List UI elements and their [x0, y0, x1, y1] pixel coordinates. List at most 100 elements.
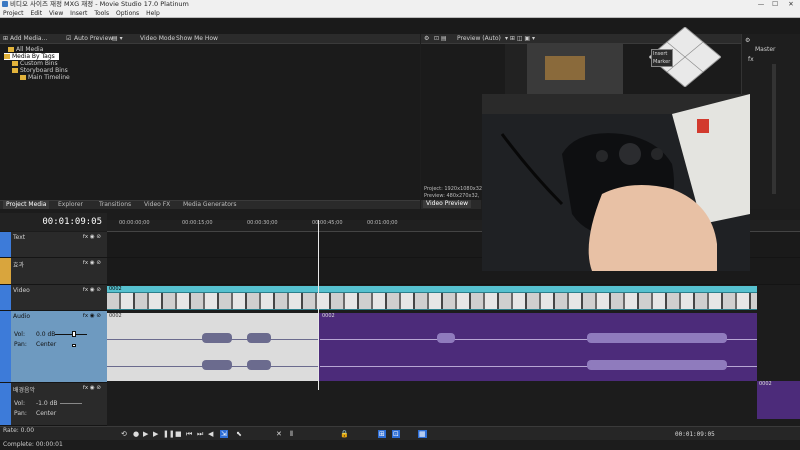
prev-frame-icon[interactable]: ◀ — [208, 430, 213, 438]
tree-item-all-media[interactable]: All Media — [8, 46, 43, 53]
track-header-music[interactable]: 배경음악 fx ◉ ⊘ Vol: -1.0 dB Pan: Center — [0, 383, 107, 426]
track-color-strip — [0, 285, 11, 310]
preview-image — [505, 44, 623, 94]
complete-label: Complete: 00:00:01 — [3, 441, 63, 448]
close-button[interactable]: ✕ — [784, 0, 798, 9]
menu-tools[interactable]: Tools — [94, 10, 109, 17]
add-media-icon[interactable]: ⊞ — [3, 34, 8, 44]
add-media-button[interactable]: Add Media... — [10, 34, 47, 44]
tab-media-generators[interactable]: Media Generators — [180, 201, 240, 209]
folder-icon — [12, 68, 18, 73]
track-fx-icons[interactable]: fx ◉ ⊘ — [83, 260, 101, 266]
pan-value: Center — [36, 341, 57, 348]
tab-transitions[interactable]: Transitions — [96, 201, 134, 209]
menu-help[interactable]: Help — [146, 10, 160, 17]
go-to-start-icon[interactable]: ⏮ — [186, 430, 192, 438]
track-color-strip — [0, 383, 11, 425]
track-fx-icons[interactable]: fx ◉ ⊘ — [83, 385, 101, 391]
vol-label: Vol: — [14, 400, 25, 407]
video-thumbnails — [107, 293, 757, 309]
ruler-tick: 00:00:15;00 — [182, 220, 213, 226]
menu-edit[interactable]: Edit — [30, 10, 42, 17]
grid-icon[interactable]: ▦ — [418, 430, 427, 438]
ruler-tick: 00:01:00;00 — [367, 220, 398, 226]
tab-video-fx[interactable]: Video FX — [141, 201, 173, 209]
timecode-display: 00:01:09:05 — [0, 213, 107, 231]
auto-crossfade-icon[interactable]: ⊡ — [392, 430, 400, 438]
tree-item-storyboard-bins[interactable]: Storyboard Bins — [12, 67, 68, 74]
pan-slider-thumb[interactable] — [72, 344, 76, 347]
track-name: Video — [13, 287, 30, 294]
tab-explorer[interactable]: Explorer — [55, 201, 86, 209]
audio-clip-header: 0002 — [109, 313, 122, 319]
split-screen-icon[interactable]: ⊡ ▤ — [434, 34, 447, 44]
tree-item-main-timeline[interactable]: Main Timeline — [20, 74, 70, 81]
preview-info-preview: Preview: 480x270x32, — [424, 193, 480, 199]
play-icon[interactable]: ▶ — [153, 430, 158, 438]
stop-icon[interactable]: ■ — [175, 430, 182, 438]
track-fx-icons[interactable]: fx ◉ ⊘ — [83, 313, 101, 319]
pan-value: Center — [36, 410, 57, 417]
auto-preview-checkbox[interactable]: ☑ — [66, 34, 71, 44]
waveform-peak — [437, 333, 455, 343]
cursor-icon[interactable]: ⬉ — [236, 430, 242, 438]
minimize-button[interactable]: — — [754, 0, 768, 9]
view-icon[interactable]: ▤ ▾ — [112, 34, 123, 44]
menu-options[interactable]: Options — [116, 10, 139, 17]
audio-clip-a[interactable]: 0002 — [107, 313, 319, 381]
tab-project-media[interactable]: Project Media — [3, 201, 50, 209]
volume-meter — [772, 64, 776, 194]
preview-quality-dropdown[interactable]: Preview (Auto) — [457, 34, 501, 44]
folder-icon — [4, 54, 10, 59]
timeline-icon — [20, 75, 26, 80]
vol-slider-thumb[interactable] — [72, 331, 76, 337]
pan-label: Pan: — [14, 341, 27, 348]
video-clip[interactable]: 0002 — [107, 286, 757, 310]
gear-icon[interactable]: ⚙ — [424, 34, 429, 44]
fx-label[interactable]: fx — [748, 56, 754, 63]
auto-preview-label: Auto Preview — [74, 35, 114, 42]
menu-view[interactable]: View — [49, 10, 63, 17]
ripple-icon[interactable]: ⊞ — [378, 430, 386, 438]
track-header-text[interactable]: Text fx ◉ ⊘ — [0, 232, 107, 258]
vol-slider[interactable] — [55, 334, 87, 335]
media-toolbar: ⊞ Add Media... ☑ Auto Preview ▤ ▾ Video … — [0, 34, 420, 44]
snap-icon[interactable]: ⇲ — [220, 430, 228, 438]
track-fx-icons[interactable]: fx ◉ ⊘ — [83, 234, 101, 240]
gear-icon[interactable]: ⚙ — [745, 37, 750, 44]
track-header-effects[interactable]: 효과 fx ◉ ⊘ — [0, 258, 107, 285]
track-color-strip — [0, 232, 11, 257]
delete-icon[interactable]: ✕ — [276, 430, 282, 438]
record-icon[interactable]: ● — [133, 430, 139, 438]
menu-project[interactable]: Project — [3, 10, 24, 17]
go-to-end-icon[interactable]: ⏭ — [197, 430, 203, 438]
menu-insert[interactable]: Insert — [70, 10, 87, 17]
music-clip[interactable]: 0002 — [757, 381, 800, 419]
tree-item-media-by-tags[interactable]: Media By Tags — [4, 53, 59, 60]
vol-value: -1.0 dB — [36, 400, 58, 407]
show-me-how-button[interactable]: Show Me How — [176, 34, 218, 44]
window-title: 비디오 사이즈 재정 MXG 재정 - Movie Studio 17.0 Pl… — [10, 0, 189, 8]
video-mode-button[interactable]: Video Mode — [140, 34, 175, 44]
loop-icon[interactable]: ⟲ — [121, 430, 127, 438]
track-fx-icons[interactable]: fx ◉ ⊘ — [83, 287, 101, 293]
rate-label: Rate: 0.00 — [3, 427, 35, 434]
app-icon — [2, 1, 8, 7]
pause-icon[interactable]: ❚❚ — [163, 430, 175, 438]
track-header-video[interactable]: Video fx ◉ ⊘ — [0, 285, 107, 311]
master-title: Master — [755, 46, 776, 53]
maximize-button[interactable]: ☐ — [768, 0, 782, 9]
tab-video-preview[interactable]: Video Preview — [423, 200, 472, 208]
insert-label: Insert — [653, 51, 668, 57]
split-icon[interactable]: ⫴ — [290, 430, 293, 438]
insert-marker-overlay[interactable]: Insert Marker — [648, 26, 722, 88]
marker-box[interactable]: Insert Marker — [651, 49, 673, 67]
preview-tools-icons[interactable]: ▾ ⊞ ◫ ▣ ▾ — [505, 34, 535, 44]
playhead[interactable] — [318, 220, 319, 390]
folder-icon — [8, 47, 14, 52]
vol-slider[interactable] — [60, 403, 82, 404]
tree-item-custom-bins[interactable]: Custom Bins — [12, 60, 58, 67]
play-from-start-icon[interactable]: ▶ — [143, 430, 148, 438]
track-header-audio[interactable]: Audio fx ◉ ⊘ Vol: 0.0 dB Pan: Center — [0, 311, 107, 383]
lock-icon[interactable]: 🔒 — [340, 430, 349, 438]
